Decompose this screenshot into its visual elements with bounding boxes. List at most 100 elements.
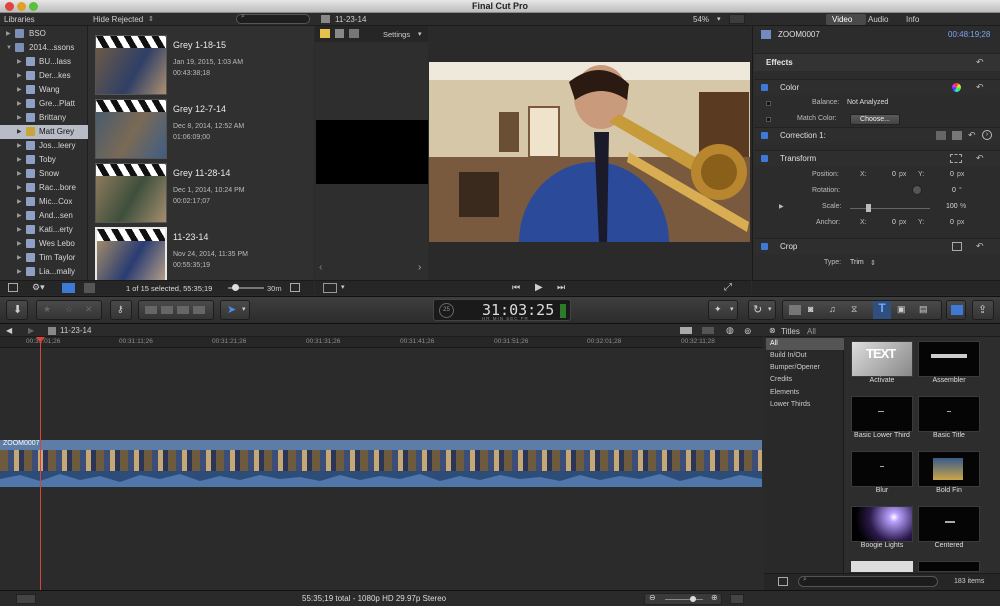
tab-info[interactable]: Info [906, 15, 919, 24]
timeline-zoom-slider[interactable] [665, 599, 703, 600]
skimming-icon[interactable] [702, 327, 714, 334]
disclosure-triangle-icon[interactable]: ▶ [17, 139, 22, 153]
balance-checkbox[interactable] [766, 101, 771, 106]
library-item[interactable]: ▼ 2014...ssons [0, 41, 88, 55]
crop-onscreen-icon[interactable] [952, 242, 962, 251]
clip-appearance-icon[interactable] [680, 327, 692, 334]
disclosure-triangle-icon[interactable]: ▶ [17, 237, 22, 251]
film-icon[interactable] [335, 29, 344, 38]
timecode-display[interactable]: 25 31:03:25 HR MIN SEC FR [433, 299, 571, 321]
correction-header[interactable]: Correction 1: ↶ › [754, 127, 1000, 143]
color-board-icon[interactable] [936, 131, 946, 140]
category-item[interactable]: Credits [766, 374, 844, 386]
clip-thumbnail[interactable] [95, 227, 167, 287]
disclosure-triangle-icon[interactable]: ▶ [17, 195, 22, 209]
playhead[interactable] [40, 337, 41, 590]
transition-icon[interactable] [349, 29, 359, 38]
list-view-icon[interactable] [84, 283, 95, 293]
themes-icon[interactable]: ▤ [919, 304, 928, 315]
reset-icon[interactable]: ↶ [976, 82, 984, 93]
timeline-zoom-thumb[interactable] [690, 596, 696, 602]
anchor-x-value[interactable]: 0 [892, 219, 896, 226]
category-item[interactable]: Elements [766, 387, 844, 399]
sidebar-toggle-icon[interactable] [778, 577, 788, 586]
correction-enable-checkbox[interactable] [761, 132, 768, 139]
reset-icon[interactable]: ↶ [976, 57, 984, 68]
title-thumbnail[interactable] [851, 451, 913, 487]
settings-dropdown[interactable]: Settings [383, 30, 410, 39]
transform-tool-icon[interactable] [323, 283, 337, 293]
disclosure-triangle-icon[interactable]: ▶ [779, 203, 784, 210]
zoom-window-button[interactable] [29, 2, 38, 11]
connect-icon[interactable] [145, 306, 157, 314]
browser-search-field[interactable]: ⌕ [236, 13, 310, 24]
effect-enable-checkbox[interactable] [761, 84, 768, 91]
title-thumbnail[interactable] [851, 561, 913, 572]
overwrite-icon[interactable] [193, 306, 205, 314]
title-thumbnail[interactable]: TEXT [851, 341, 913, 377]
minimize-window-button[interactable] [17, 2, 26, 11]
timeline-zoom-control[interactable]: ⊖ ⊕ [644, 593, 722, 605]
enhancements-button[interactable]: ✦ ▾ [708, 300, 738, 320]
clip-item[interactable]: Grey 11-28-14 Dec 1, 2014, 10:24 PM 00:0… [93, 163, 311, 223]
reset-icon[interactable]: ↶ [976, 153, 984, 164]
timeline-clip-filmstrip[interactable] [0, 450, 762, 471]
position-y-value[interactable]: 0 [950, 171, 954, 178]
play-icon[interactable]: ▶ [535, 282, 543, 293]
disclosure-triangle-icon[interactable]: ▶ [17, 209, 22, 223]
import-button[interactable]: ⬇ [6, 300, 28, 320]
title-thumbnail[interactable] [851, 506, 913, 542]
filmstrip-settings-icon[interactable] [290, 283, 300, 292]
disclosure-triangle-icon[interactable]: ▶ [17, 167, 22, 181]
viewer-zoom[interactable]: 54% [693, 15, 709, 24]
choose-button[interactable]: Choose... [850, 114, 900, 125]
event-item[interactable]: ▶ Gre...Platt [0, 97, 88, 111]
event-item[interactable]: ▶ Lia...mally [0, 265, 88, 277]
reject-icon[interactable]: ✕ [85, 304, 93, 315]
filter-dropdown[interactable]: Hide Rejected [93, 15, 143, 24]
crop-header[interactable]: Crop ↶ [754, 238, 1000, 254]
timeline-audio-waveform[interactable] [0, 471, 762, 487]
titles-icon[interactable]: T [873, 301, 891, 319]
event-item[interactable]: ▶ Der...kes [0, 69, 88, 83]
event-item[interactable]: ▶ Wang [0, 83, 88, 97]
disclosure-triangle-icon[interactable]: ▶ [6, 27, 11, 41]
crop-enable-checkbox[interactable] [761, 243, 768, 250]
chevron-left-icon[interactable]: ‹ [319, 262, 322, 273]
star-icon[interactable]: ★ [43, 304, 51, 315]
camera-icon[interactable]: ◙ [808, 304, 813, 314]
event-item[interactable]: ▶ Tim Taylor [0, 251, 88, 265]
view-options-button[interactable] [729, 14, 745, 24]
arrow-right-circle-icon[interactable]: › [982, 130, 992, 140]
color-wheel-icon[interactable] [952, 83, 961, 92]
event-item[interactable]: ▶ And...sen [0, 209, 88, 223]
retime-button[interactable]: ↻ ▾ [748, 300, 776, 320]
title-thumbnail[interactable] [918, 341, 980, 377]
chevron-down-icon[interactable]: ▾ [341, 283, 345, 291]
scale-value[interactable]: 100 [946, 203, 958, 210]
title-thumbnail[interactable] [851, 396, 913, 432]
effects-browser-icon[interactable] [789, 305, 801, 315]
zoom-in-icon[interactable]: ⊕ [711, 593, 718, 602]
clip-thumbnail[interactable] [95, 35, 167, 95]
event-item[interactable]: ▶ BU...lass [0, 55, 88, 69]
category-item[interactable]: Bumper/Opener [766, 362, 844, 374]
disclosure-triangle-icon[interactable]: ▶ [17, 69, 22, 83]
event-item[interactable]: ▶ Snow [0, 167, 88, 181]
clip-zoom-thumb[interactable] [232, 284, 239, 291]
chevron-right-icon[interactable]: › [418, 262, 421, 273]
transform-header[interactable]: Transform ↶ [754, 150, 1000, 166]
disclosure-triangle-icon[interactable]: ▶ [17, 97, 22, 111]
append-icon[interactable] [177, 306, 189, 314]
disclosure-triangle-icon[interactable]: ▶ [17, 55, 22, 69]
clip-appearance-button[interactable] [730, 594, 744, 604]
filmstrip-view-icon[interactable] [62, 283, 75, 293]
category-item[interactable]: Lower Thirds [766, 399, 844, 411]
reset-icon[interactable]: ↶ [968, 130, 976, 141]
title-thumbnail[interactable] [918, 451, 980, 487]
solo-icon[interactable]: ⊚ [744, 326, 752, 337]
timeline-index-button[interactable] [16, 594, 36, 604]
title-thumbnail[interactable] [918, 561, 980, 572]
close-icon[interactable]: ⊗ [769, 326, 776, 335]
transform-onscreen-icon[interactable] [950, 154, 962, 163]
